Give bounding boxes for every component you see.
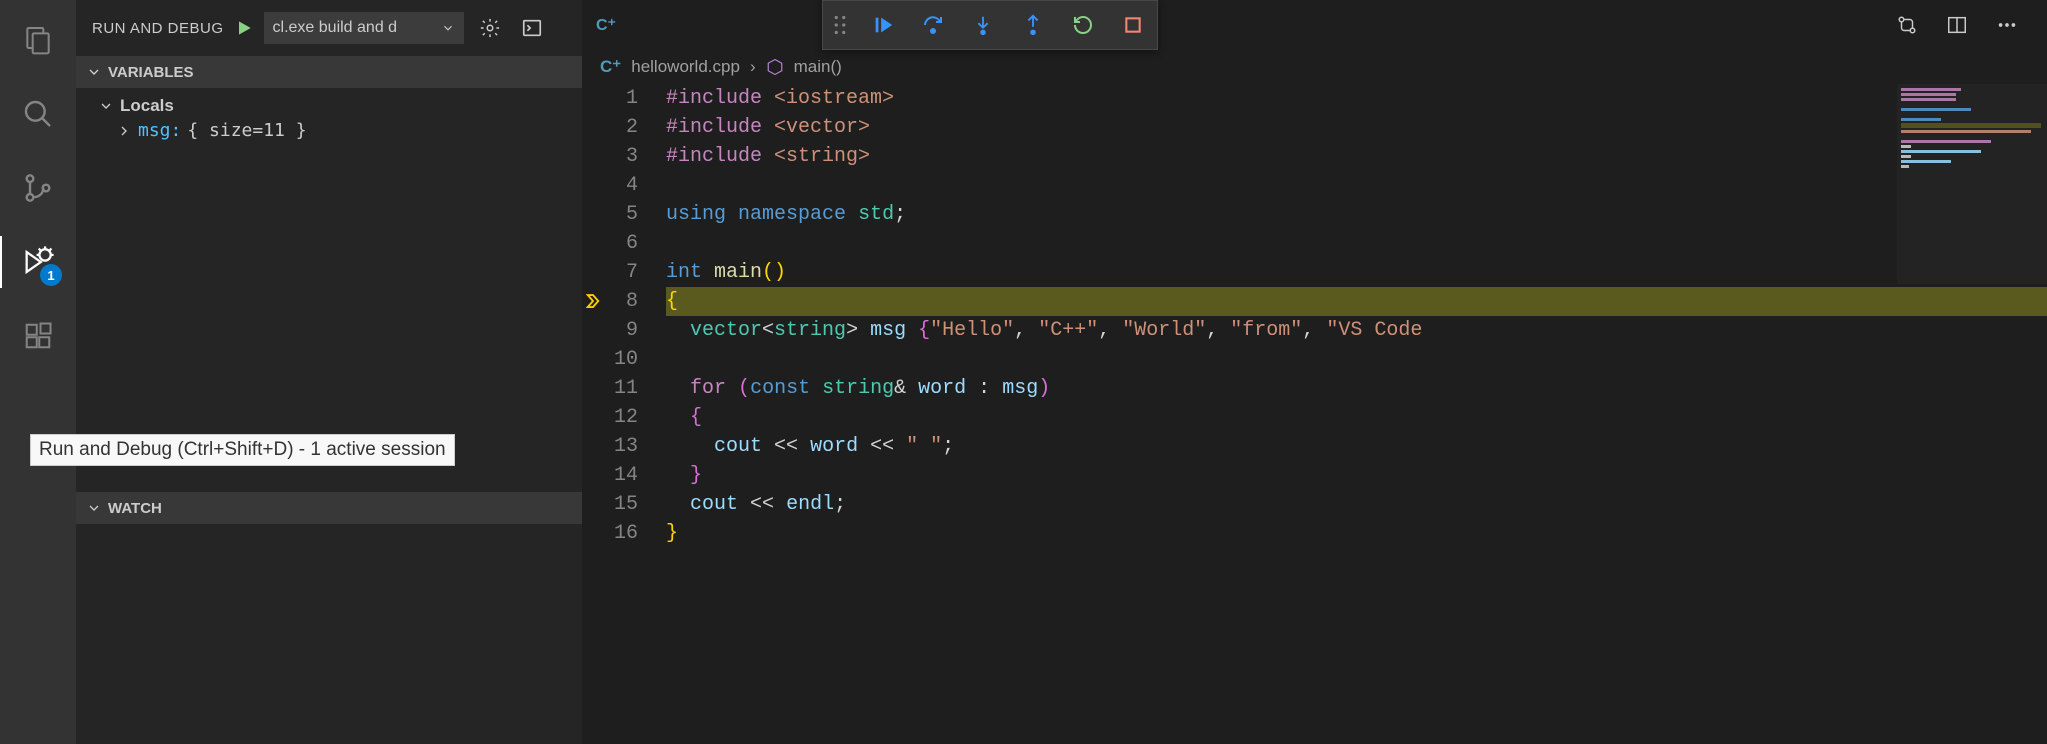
cpp-file-icon: C⁺ bbox=[596, 15, 616, 35]
more-icon[interactable] bbox=[1991, 9, 2023, 41]
variable-msg[interactable]: msg: { size=11 } bbox=[76, 118, 582, 143]
extensions-icon[interactable] bbox=[16, 314, 60, 358]
line-numbers: 12345678910111213141516 bbox=[582, 84, 666, 744]
breadcrumb-file[interactable]: helloworld.cpp bbox=[631, 57, 740, 77]
debug-side-panel: RUN AND DEBUG cl.exe build and d VARIABL… bbox=[76, 0, 582, 744]
breadcrumb[interactable]: C⁺ helloworld.cpp › main() bbox=[582, 50, 2047, 84]
watch-section-header[interactable]: WATCH bbox=[76, 492, 582, 524]
debug-badge: 1 bbox=[40, 264, 62, 286]
variables-body: Locals msg: { size=11 } bbox=[76, 88, 582, 149]
variable-value: { size=11 } bbox=[187, 120, 306, 141]
minimap[interactable] bbox=[1897, 84, 2047, 284]
step-into-button[interactable] bbox=[969, 11, 997, 39]
gear-icon[interactable] bbox=[474, 12, 506, 44]
code-editor[interactable]: 12345678910111213141516 #include <iostre… bbox=[582, 84, 2047, 744]
step-out-button[interactable] bbox=[1019, 11, 1047, 39]
execution-pointer-icon bbox=[584, 292, 602, 310]
start-debug-button[interactable] bbox=[234, 18, 254, 38]
watch-label: WATCH bbox=[108, 500, 162, 517]
config-label: cl.exe build and d bbox=[273, 19, 398, 37]
grip-icon[interactable] bbox=[833, 15, 847, 35]
side-header: RUN AND DEBUG cl.exe build and d bbox=[76, 0, 582, 56]
variables-section-header[interactable]: VARIABLES bbox=[76, 56, 582, 88]
step-over-button[interactable] bbox=[919, 11, 947, 39]
activity-tooltip: Run and Debug (Ctrl+Shift+D) - 1 active … bbox=[30, 434, 455, 466]
locals-scope[interactable]: Locals bbox=[76, 94, 582, 118]
locals-label: Locals bbox=[120, 96, 174, 116]
restart-button[interactable] bbox=[1069, 11, 1097, 39]
compare-icon[interactable] bbox=[1891, 9, 1923, 41]
run-debug-icon[interactable]: 1 bbox=[16, 240, 60, 284]
stop-button[interactable] bbox=[1119, 11, 1147, 39]
search-icon[interactable] bbox=[16, 92, 60, 136]
editor-actions bbox=[1891, 9, 2023, 41]
continue-button[interactable] bbox=[869, 11, 897, 39]
symbol-method-icon bbox=[766, 58, 784, 76]
variables-label: VARIABLES bbox=[108, 64, 194, 81]
editor-area: C⁺ C⁺ helloworld.cpp › main() 1234567891… bbox=[582, 0, 2047, 744]
source-control-icon[interactable] bbox=[16, 166, 60, 210]
split-editor-icon[interactable] bbox=[1941, 9, 1973, 41]
tab-bar: C⁺ bbox=[582, 0, 2047, 50]
breadcrumb-symbol[interactable]: main() bbox=[794, 57, 842, 77]
code-content[interactable]: #include <iostream>#include <vector>#inc… bbox=[666, 84, 2047, 744]
activity-bar: 1 bbox=[0, 0, 76, 744]
chevron-right-icon: › bbox=[750, 57, 756, 77]
debug-toolbar[interactable] bbox=[822, 0, 1158, 50]
panel-title: RUN AND DEBUG bbox=[92, 20, 224, 37]
debug-config-dropdown[interactable]: cl.exe build and d bbox=[264, 12, 464, 44]
debug-console-icon[interactable] bbox=[516, 12, 548, 44]
variable-name: msg: bbox=[138, 120, 181, 141]
cpp-icon: C⁺ bbox=[600, 57, 621, 77]
explorer-icon[interactable] bbox=[16, 18, 60, 62]
